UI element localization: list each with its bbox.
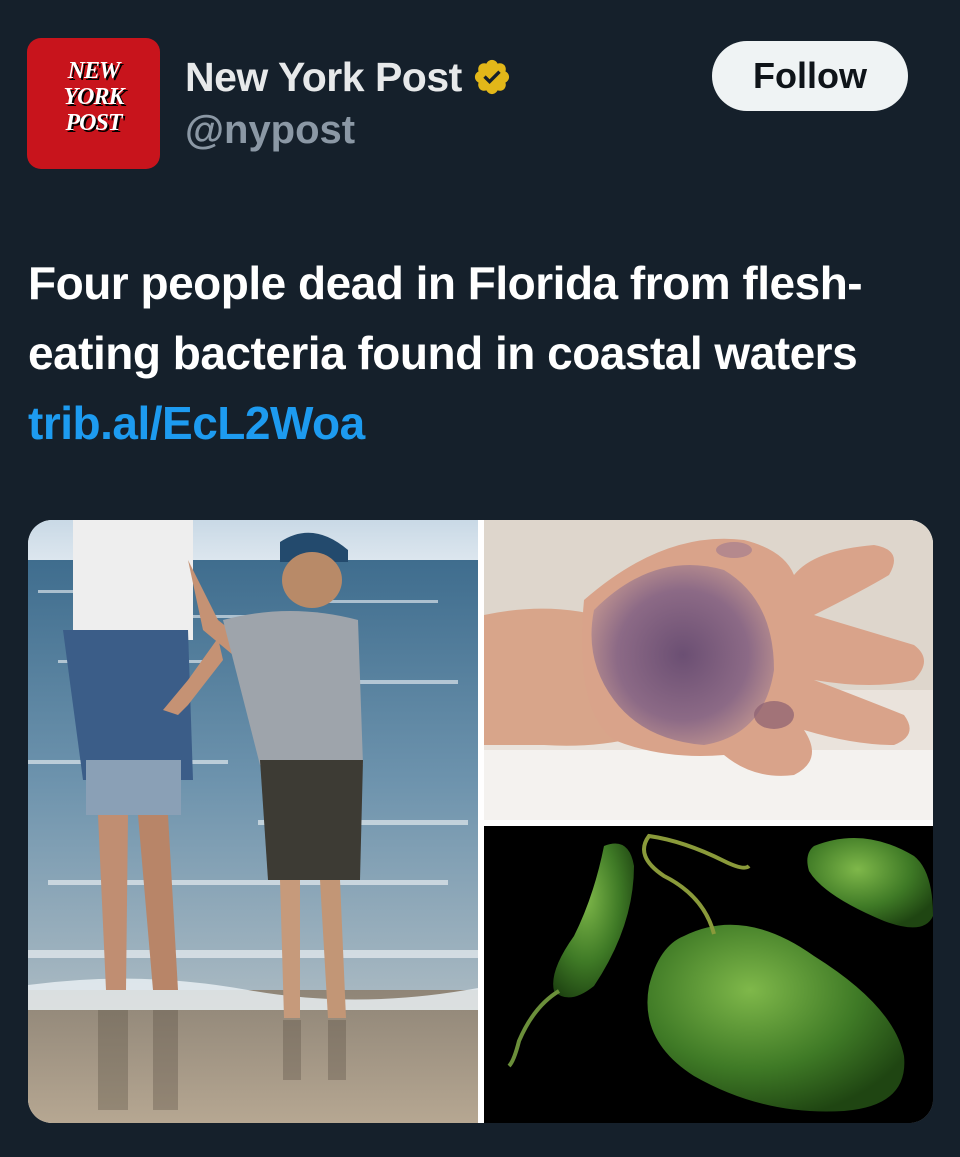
tweet-text: Four people dead in Florida from flesh-e… (28, 248, 908, 458)
tweet-link[interactable]: trib.al/EcL2Woa (28, 397, 365, 449)
avatar[interactable]: NEW YORK POST (27, 38, 160, 169)
verified-badge-icon (474, 59, 509, 95)
tweet-header: NEW YORK POST New York Post @nypost Foll… (0, 0, 960, 200)
bacteria-illustration[interactable] (484, 826, 933, 1123)
tweet-body: Four people dead in Florida from flesh-e… (28, 257, 863, 379)
media-grid[interactable] (28, 520, 933, 1123)
account-handle[interactable]: @nypost (185, 108, 355, 153)
display-name[interactable]: New York Post (185, 54, 462, 101)
follow-button[interactable]: Follow (712, 41, 908, 111)
nypost-logo: NEW YORK POST (63, 58, 124, 136)
infected-hand-photo[interactable] (484, 520, 933, 820)
beach-photo[interactable] (28, 520, 478, 1123)
display-name-row: New York Post (185, 52, 512, 102)
